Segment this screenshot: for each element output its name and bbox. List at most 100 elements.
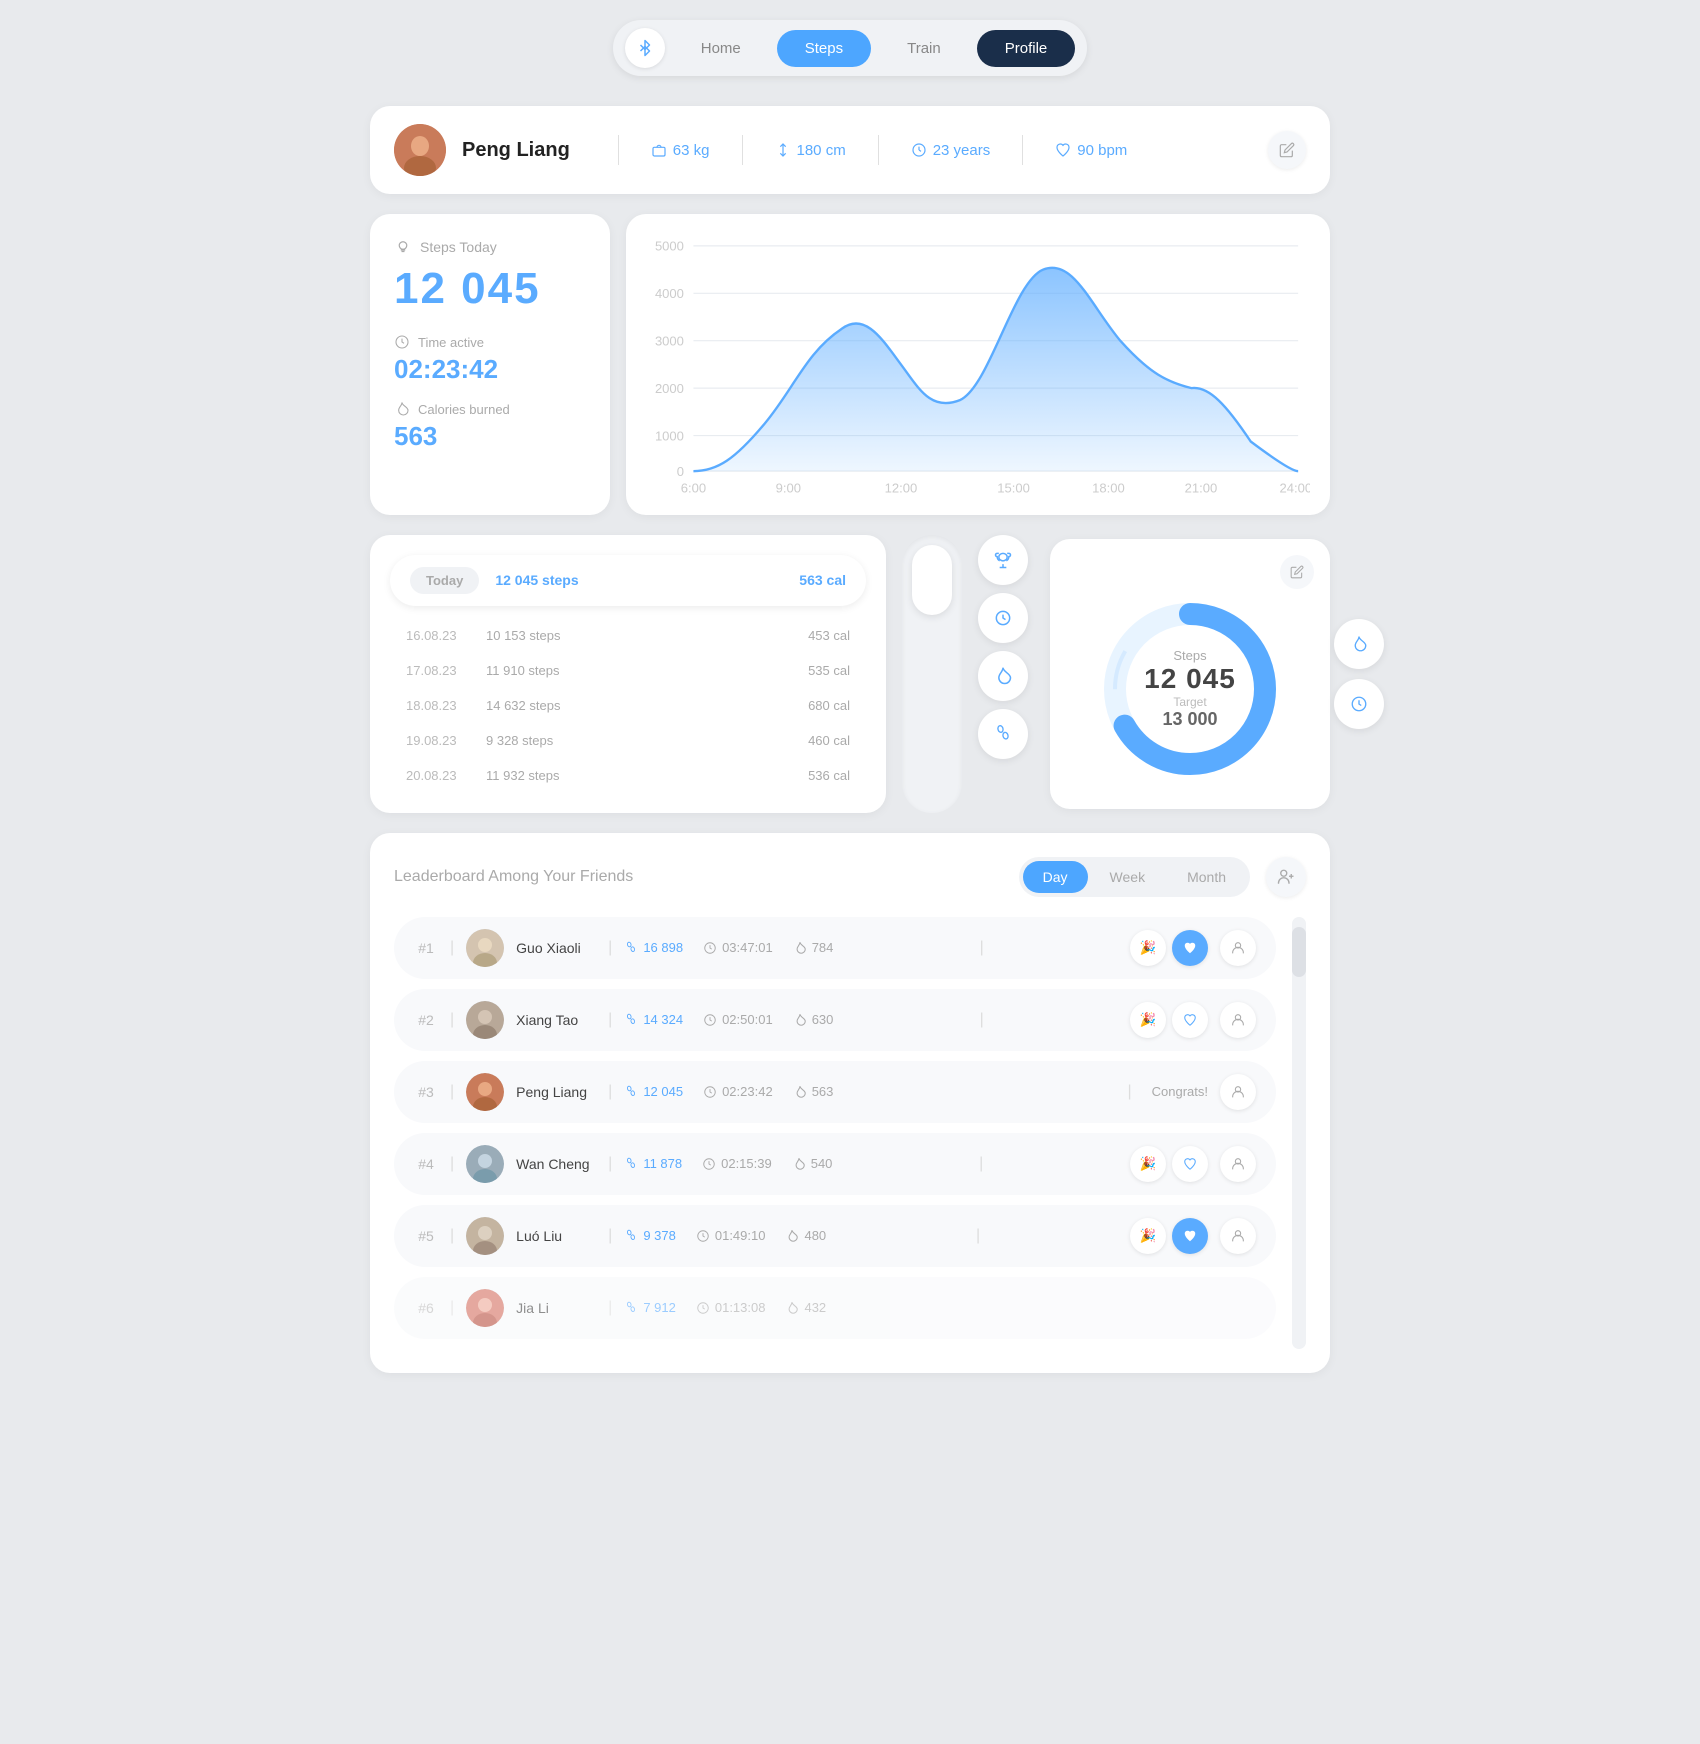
edit-icon (1279, 142, 1295, 158)
donut-steps-label: Steps (1144, 648, 1236, 663)
weight-icon (651, 142, 667, 158)
fire-icon-small (793, 941, 807, 955)
user-btn-5[interactable] (1220, 1218, 1256, 1254)
fire-icon-small3 (793, 1085, 807, 1099)
lb-row-5: #5 | Luó Liu | 9 378 01:49:10 (394, 1205, 1276, 1267)
svg-text:15:00: 15:00 (997, 480, 1030, 494)
side-fire-btn[interactable] (1334, 619, 1384, 669)
leaderboard-scrollbar[interactable] (1292, 917, 1306, 1349)
today-row: Today 12 045 steps 563 cal (390, 555, 866, 606)
history-row-1: 16.08.23 10 153 steps 453 cal (390, 618, 866, 653)
timer-icon-btn[interactable] (978, 593, 1028, 643)
steps-today-label: Steps Today (394, 238, 586, 256)
steps-count: 12 045 (394, 264, 586, 314)
donut-edit-icon (1290, 565, 1304, 579)
donut-chart: Steps 12 045 Target 13 000 (1090, 589, 1290, 789)
add-friend-button[interactable] (1266, 857, 1306, 897)
lb-row-2: #2 | Xiang Tao | 14 324 02:50:01 (394, 989, 1276, 1051)
lb-actions-1: 🎉 (1130, 930, 1208, 966)
side-clock-btn[interactable] (1334, 679, 1384, 729)
tab-home[interactable]: Home (673, 30, 769, 67)
lb-avatar-6 (466, 1289, 504, 1327)
lb-avatar-4 (466, 1145, 504, 1183)
side-fire-icon (1350, 635, 1368, 653)
heart-icon (1055, 142, 1071, 158)
lightbulb-icon (394, 238, 412, 256)
lb-tabs: Day Week Month (1019, 857, 1250, 897)
cal-burned-value: 563 (394, 421, 586, 452)
user-btn-2[interactable] (1220, 1002, 1256, 1038)
lb-actions-5: 🎉 (1130, 1218, 1208, 1254)
history-row-2: 17.08.23 11 910 steps 535 cal (390, 653, 866, 688)
divider3 (878, 135, 879, 165)
party-btn-4[interactable]: 🎉 (1130, 1146, 1166, 1182)
time-active-value: 02:23:42 (394, 354, 586, 385)
history-card: Today 12 045 steps 563 cal 16.08.23 10 1… (370, 535, 886, 813)
user-icon3 (1230, 1084, 1246, 1100)
lb-tab-month[interactable]: Month (1167, 861, 1246, 893)
tab-profile[interactable]: Profile (977, 30, 1076, 67)
trophy-icon-btn[interactable] (978, 535, 1028, 585)
heart-btn-1[interactable] (1172, 930, 1208, 966)
steps-icon-small (624, 941, 638, 955)
side-icons (1334, 619, 1384, 729)
clock-icon-small2 (703, 1013, 717, 1027)
time-active-label: Time active (394, 334, 586, 350)
steps-info-card: Steps Today 12 045 Time active 02:23:42 … (370, 214, 610, 515)
tab-steps[interactable]: Steps (777, 30, 871, 67)
history-list: 16.08.23 10 153 steps 453 cal 17.08.23 1… (390, 618, 866, 793)
user-btn-4[interactable] (1220, 1146, 1256, 1182)
svg-text:21:00: 21:00 (1185, 480, 1218, 494)
steps-row: Steps Today 12 045 Time active 02:23:42 … (370, 214, 1330, 515)
divider4 (1022, 135, 1023, 165)
lb-row-6: #6 | Jia Li | 7 912 01:13:08 (394, 1277, 1276, 1339)
heart-btn-5[interactable] (1172, 1218, 1208, 1254)
profile-weight: 63 kg (651, 142, 710, 159)
tab-train[interactable]: Train (879, 30, 969, 67)
heart-btn-4[interactable] (1172, 1146, 1208, 1182)
party-btn-1[interactable]: 🎉 (1130, 930, 1166, 966)
today-cal: 563 cal (799, 572, 846, 588)
svg-text:1000: 1000 (655, 428, 684, 443)
svg-text:12:00: 12:00 (885, 480, 918, 494)
profile-height: 180 cm (775, 142, 846, 159)
lb-actions-2: 🎉 (1130, 1002, 1208, 1038)
svg-text:0: 0 (677, 464, 684, 479)
lb-tab-week[interactable]: Week (1090, 861, 1166, 893)
party-btn-5[interactable]: 🎉 (1130, 1218, 1166, 1254)
user-btn-1[interactable] (1220, 930, 1256, 966)
avatar (394, 124, 446, 176)
bluetooth-button[interactable] (625, 28, 665, 68)
heart-btn-2[interactable] (1172, 1002, 1208, 1038)
clock-icon-small3 (703, 1085, 717, 1099)
fire-icon-btn[interactable] (978, 651, 1028, 701)
fire-icon-small2 (793, 1013, 807, 1027)
add-person-icon (1277, 868, 1295, 886)
scroll-widget[interactable] (902, 535, 962, 813)
profile-edit-button[interactable] (1268, 131, 1306, 169)
donut-target-value: 13 000 (1144, 709, 1236, 730)
steps-icon-btn[interactable] (978, 709, 1028, 759)
svg-text:9:00: 9:00 (776, 480, 801, 494)
clock-icon (394, 334, 410, 350)
today-label: Today (410, 567, 479, 594)
middle-row: Today 12 045 steps 563 cal 16.08.23 10 1… (370, 535, 1330, 813)
svg-text:5000: 5000 (655, 239, 684, 254)
lb-row-3: #3 | Peng Liang | 12 045 02:23:42 (394, 1061, 1276, 1123)
profile-bpm: 90 bpm (1055, 142, 1127, 159)
age-icon (911, 142, 927, 158)
side-clock-icon (1350, 695, 1368, 713)
party-btn-2[interactable]: 🎉 (1130, 1002, 1166, 1038)
icons-column (978, 535, 1034, 813)
lb-tab-day[interactable]: Day (1023, 861, 1088, 893)
lb-avatar-3 (466, 1073, 504, 1111)
donut-edit-button[interactable] (1280, 555, 1314, 589)
chart-card: 5000 4000 3000 2000 1000 0 6:00 9:00 12:… (626, 214, 1330, 515)
divider2 (742, 135, 743, 165)
scroll-thumb (912, 545, 952, 615)
lb-title: Leaderboard Among Your Friends (394, 868, 633, 886)
steps-icon-small3 (624, 1085, 638, 1099)
svg-text:18:00: 18:00 (1092, 480, 1125, 494)
user-btn-3[interactable] (1220, 1074, 1256, 1110)
lb-header: Leaderboard Among Your Friends Day Week … (394, 857, 1306, 897)
